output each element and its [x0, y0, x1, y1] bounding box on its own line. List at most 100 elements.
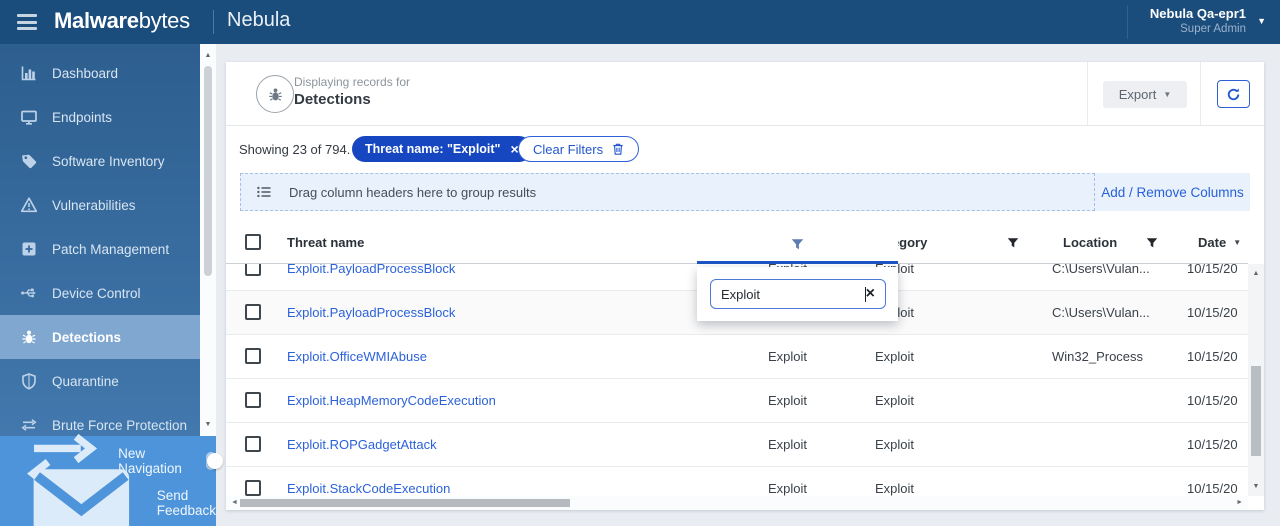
scroll-down-icon[interactable]: ▼: [1248, 483, 1264, 490]
cell-location: C:\Users\Vulan...: [1052, 305, 1150, 320]
refresh-button[interactable]: [1217, 80, 1250, 108]
export-label: Export: [1118, 87, 1157, 102]
column-header-threat-name[interactable]: Threat name: [287, 222, 364, 264]
sidebar-item-label: Detections: [52, 329, 122, 345]
cell-date: 10/15/20: [1187, 349, 1238, 364]
date-header-label: Date: [1198, 235, 1227, 250]
tag-icon: [20, 152, 38, 170]
sidebar-item-label: Device Control: [52, 285, 141, 301]
sidebar-item-detections[interactable]: Detections: [0, 315, 200, 359]
threat-name-link[interactable]: Exploit.PayloadProcessBlock: [287, 264, 455, 290]
product-name: Nebula: [227, 9, 291, 31]
threat-name-link[interactable]: Exploit.OfficeWMIAbuse: [287, 335, 427, 378]
threat-name-link[interactable]: Exploit.StackCodeExecution: [287, 467, 450, 496]
row-checkbox[interactable]: [245, 348, 261, 364]
filter-funnel-icon[interactable]: [791, 238, 804, 251]
horizontal-scrollbar[interactable]: ◄ ►: [226, 496, 1248, 510]
column-header-date[interactable]: Date ▼: [1198, 222, 1241, 264]
brand-rest: bytes: [138, 8, 190, 33]
new-navigation-toggle[interactable]: [205, 452, 223, 470]
chevron-down-icon[interactable]: ▼: [1257, 16, 1266, 26]
scroll-down-icon[interactable]: ▼: [200, 421, 216, 428]
sort-descending-icon: ▼: [1233, 238, 1242, 247]
sidebar-item-vulnerabilities[interactable]: Vulnerabilities: [0, 183, 200, 227]
brand-divider: [213, 10, 214, 34]
sidebar-item-endpoints[interactable]: Endpoints: [0, 95, 200, 139]
horizontal-scroll-thumb[interactable]: [240, 499, 570, 507]
sidebar-scrollbar[interactable]: ▲ ▼: [200, 44, 216, 436]
sidebar-item-patch-management[interactable]: Patch Management: [0, 227, 200, 271]
sidebar-item-device-control[interactable]: Device Control: [0, 271, 200, 315]
sidebar-item-label: Quarantine: [52, 373, 119, 389]
export-button[interactable]: Export ▼: [1103, 81, 1187, 108]
filter-input[interactable]: [721, 286, 923, 302]
cell-type: Exploit: [768, 481, 808, 496]
header-divider: [1087, 62, 1088, 126]
vertical-scroll-thumb[interactable]: [1251, 366, 1261, 456]
table-row: Exploit.ROPGadgetAttack Exploit Exploit …: [226, 423, 1248, 467]
cell-date: 10/15/20: [1187, 437, 1238, 452]
row-checkbox[interactable]: [245, 264, 261, 276]
row-checkbox[interactable]: [245, 480, 261, 496]
filter-funnel-icon[interactable]: [1007, 237, 1019, 249]
sidebar-item-label: Endpoints: [52, 109, 113, 125]
header-divider: [1200, 62, 1201, 126]
threat-name-filter-chip[interactable]: Threat name: "Exploit" ×: [352, 136, 532, 162]
scrollbar-corner: [1248, 496, 1264, 510]
bug-icon: [20, 328, 38, 346]
sidebar-item-send-feedback[interactable]: Send Feedback: [0, 468, 216, 526]
cell-category: Exploit: [875, 437, 915, 452]
hamburger-menu-icon[interactable]: [17, 14, 37, 30]
shield-icon: [20, 372, 38, 390]
column-header-location[interactable]: Location: [1063, 222, 1117, 264]
group-panel: Drag column headers here to group result…: [240, 173, 1250, 211]
filtered-column-header[interactable]: [697, 228, 898, 264]
select-all-checkbox[interactable]: [245, 234, 261, 250]
detections-grid: Threat name Category Location Date ▼ Expl…: [226, 222, 1264, 510]
sidebar-item-label: Dashboard: [52, 65, 119, 81]
malwarebytes-logo: Malwarebytes: [54, 8, 190, 34]
filter-funnel-icon[interactable]: [1146, 237, 1158, 249]
cell-location: Win32_Process: [1052, 349, 1144, 364]
top-bar: Malwarebytes Nebula Nebula Qa-epr1 Super…: [0, 0, 1280, 44]
cell-type: Exploit: [768, 393, 808, 408]
user-divider: [1127, 5, 1128, 39]
sidebar-footer: New Navigation Send Feedback: [0, 433, 223, 526]
scroll-up-icon[interactable]: ▲: [1248, 270, 1264, 277]
sidebar-scroll-thumb[interactable]: [204, 66, 212, 276]
row-checkbox[interactable]: [245, 436, 261, 452]
sidebar-item-quarantine[interactable]: Quarantine: [0, 359, 200, 403]
threat-name-link[interactable]: Exploit.PayloadProcessBlock: [287, 291, 455, 334]
sidebar-item-label: Vulnerabilities: [52, 197, 136, 213]
vertical-scrollbar[interactable]: ▲ ▼: [1248, 264, 1264, 496]
row-checkbox[interactable]: [245, 304, 261, 320]
sidebar-item-dashboard[interactable]: Dashboard: [0, 51, 200, 95]
scroll-up-icon[interactable]: ▲: [200, 52, 216, 59]
group-hint: Drag column headers here to group result…: [289, 184, 537, 200]
table-row: Exploit.StackCodeExecution Exploit Explo…: [226, 467, 1248, 496]
sidebar-item-software-inventory[interactable]: Software Inventory: [0, 139, 200, 183]
scroll-right-icon[interactable]: ►: [1236, 499, 1243, 506]
scroll-left-icon[interactable]: ◄: [231, 499, 238, 506]
filter-input-wrapper: ×: [710, 279, 923, 309]
page-subtitle: Displaying records for: [294, 75, 411, 89]
group-drop-zone[interactable]: Drag column headers here to group result…: [240, 173, 1095, 211]
cell-category: Exploit: [875, 349, 915, 364]
row-checkbox[interactable]: [245, 392, 261, 408]
user-role: Super Admin: [1180, 23, 1246, 35]
usb-icon: [20, 284, 38, 302]
columns-link-label: Add / Remove Columns: [1101, 184, 1244, 200]
clear-filters-button[interactable]: Clear Filters: [518, 136, 640, 162]
user-menu[interactable]: Nebula Qa-epr1 Super Admin: [1150, 6, 1246, 35]
toggle-knob: [206, 453, 223, 469]
bar-chart-icon: [20, 64, 38, 82]
envelope-icon: [20, 442, 143, 526]
table-row: Exploit.OfficeWMIAbuse Exploit Exploit W…: [226, 335, 1248, 379]
add-remove-columns-link[interactable]: Add / Remove Columns: [1095, 173, 1250, 211]
clear-input-icon[interactable]: ×: [866, 286, 875, 302]
threat-name-link[interactable]: Exploit.HeapMemoryCodeExecution: [287, 379, 496, 422]
cell-date: 10/15/20: [1187, 481, 1238, 496]
threat-name-link[interactable]: Exploit.ROPGadgetAttack: [287, 423, 437, 466]
filter-bar: Showing 23 of 794. Threat name: "Exploit…: [226, 126, 1264, 173]
chevron-down-icon: ▼: [1163, 90, 1172, 99]
